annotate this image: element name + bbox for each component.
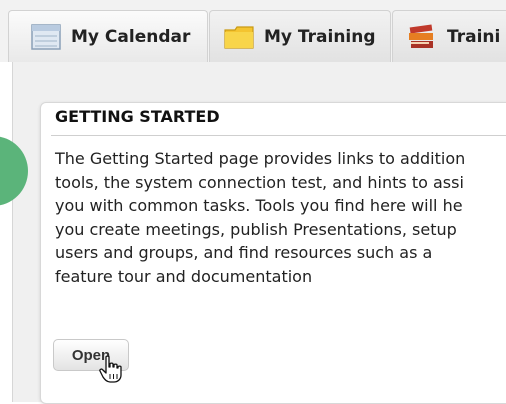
description-line: you create meetings, publish Presentatio… <box>55 219 457 239</box>
tab-bar: My Calendar My Training Traini <box>0 0 506 62</box>
description-line: tools, the system connection test, and h… <box>55 172 464 192</box>
tab-label: My Training <box>264 26 376 47</box>
hand-cursor-icon <box>99 355 122 383</box>
description-line: you with common tasks. Tools you find he… <box>55 196 463 215</box>
calendar-icon <box>31 23 61 50</box>
tab-my-training[interactable]: My Training <box>209 10 391 62</box>
tab-my-calendar[interactable]: My Calendar <box>8 10 208 62</box>
card-title: GETTING STARTED <box>55 107 220 126</box>
description-line: The Getting Started page provides links … <box>55 149 466 168</box>
tab-training[interactable]: Traini <box>392 10 506 62</box>
folder-icon <box>224 24 254 50</box>
description-line: users and groups, and find resources suc… <box>55 243 433 262</box>
description-line: feature tour and documentation <box>55 266 313 286</box>
tab-label: Traini <box>447 26 501 47</box>
title-divider <box>51 135 506 136</box>
tab-label: My Calendar <box>71 26 191 47</box>
card-description: The Getting Started page provides links … <box>55 147 506 288</box>
books-icon <box>407 23 437 50</box>
